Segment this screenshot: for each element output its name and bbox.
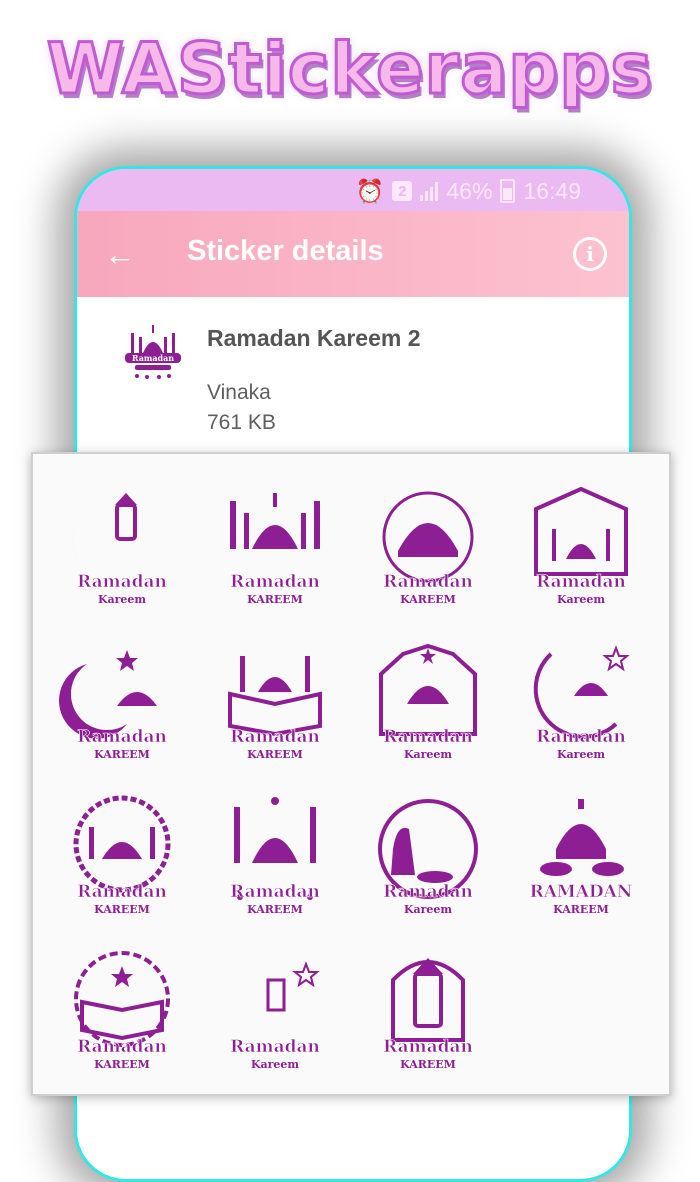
ramadan-sticker-icon: RAMADANKAREEM xyxy=(529,798,632,916)
sticker-label-bottom: Kareem xyxy=(250,1058,298,1071)
pack-info: Ramadan Ramadan Kareem 2 Vinaka 761 KB xyxy=(77,297,629,477)
ramadan-sticker-icon: RamadanKareem xyxy=(229,960,320,1071)
sticker-label-bottom: Kareem xyxy=(403,748,451,761)
sticker-label-bottom: KAREEM xyxy=(247,748,303,761)
status-bar: ⏰ 2 46% 16:49 xyxy=(77,169,629,211)
sticker-label-bottom: KAREEM xyxy=(247,593,303,606)
sticker-item[interactable]: RAMADAN KAREEM xyxy=(504,776,657,931)
sticker-label-top: Ramadan xyxy=(383,572,473,592)
sticker-item[interactable]: Ramadan KAREEM xyxy=(45,621,198,776)
toolbar: ← Sticker details i xyxy=(77,211,629,297)
ramadan-sticker-icon: RamadanKAREEM xyxy=(382,491,473,606)
status-indicators: ⏰ 2 46% 16:49 xyxy=(356,177,581,205)
sticker-label-top: Ramadan xyxy=(230,572,320,592)
sticker-label-top: RAMADAN xyxy=(529,882,632,902)
sticker-item[interactable]: Ramadan KAREEM xyxy=(198,466,351,621)
svg-text:Ramadan: Ramadan xyxy=(132,353,174,363)
ramadan-sticker-icon: RamadanKAREEM xyxy=(229,796,320,916)
sticker-item[interactable]: Ramadan KAREEM xyxy=(45,931,198,1086)
sticker-label-top: Ramadan xyxy=(230,1037,320,1057)
sticker-label-bottom: KAREEM xyxy=(553,903,609,916)
sticker-item[interactable]: Ramadan KAREEM xyxy=(351,466,504,621)
sticker-label-bottom: Kareem xyxy=(403,903,451,916)
sticker-grid-panel: Ramadan Kareem Ramadan KAREEM Ramadan KAREEM R… xyxy=(31,452,671,1096)
ramadan-sticker-icon: RamadanKAREEM xyxy=(229,492,320,606)
sticker-label-top: Ramadan xyxy=(77,882,167,902)
sticker-label-bottom: KAREEM xyxy=(94,1058,150,1071)
sticker-label-bottom: KAREEM xyxy=(247,903,303,916)
back-arrow-icon[interactable]: ← xyxy=(103,237,137,271)
sticker-label-bottom: Kareem xyxy=(556,748,604,761)
sticker-label-top: Ramadan xyxy=(77,572,167,592)
sticker-item[interactable]: Ramadan Kareem xyxy=(504,466,657,621)
sticker-label-top: Ramadan xyxy=(230,882,320,902)
sticker-label-top: Ramadan xyxy=(230,727,320,747)
ramadan-sticker-icon: RamadanKareem xyxy=(72,492,167,606)
sticker-label-bottom: KAREEM xyxy=(94,903,150,916)
sticker-item[interactable]: Ramadan Kareem xyxy=(45,466,198,621)
sticker-item[interactable]: Ramadan KAREEM xyxy=(45,776,198,931)
clock: 16:49 xyxy=(523,177,581,204)
app-banner-title: WAStickerapps xyxy=(45,27,654,112)
sim-badge: 2 xyxy=(392,181,413,201)
ramadan-sticker-icon: RamadanKareem xyxy=(378,643,477,761)
ramadan-sticker-icon: RamadanKAREEM xyxy=(73,795,170,916)
sticker-label-top: Ramadan xyxy=(77,1037,167,1057)
sticker-label-bottom: KAREEM xyxy=(400,593,456,606)
sticker-label-bottom: Kareem xyxy=(97,593,145,606)
page-title: Sticker details xyxy=(187,235,384,267)
sticker-item[interactable]: Ramadan KAREEM xyxy=(351,931,504,1086)
sticker-grid: Ramadan Kareem Ramadan KAREEM Ramadan KAREEM R… xyxy=(45,466,657,1086)
sticker-item[interactable]: Ramadan KAREEM xyxy=(198,621,351,776)
pack-name: Ramadan Kareem 2 xyxy=(207,325,421,351)
ramadan-sticker-icon: RamadanKareem xyxy=(533,644,630,761)
sticker-label-top: Ramadan xyxy=(383,727,473,747)
battery-icon xyxy=(500,179,516,203)
sticker-label-top: Ramadan xyxy=(77,727,167,747)
sticker-item[interactable]: Ramadan Kareem xyxy=(198,931,351,1086)
sticker-item[interactable]: Ramadan Kareem xyxy=(504,621,657,776)
sticker-label-top: Ramadan xyxy=(536,572,626,592)
ramadan-sticker-icon: RamadanKareem xyxy=(533,486,628,606)
sticker-item[interactable]: Ramadan Kareem xyxy=(351,776,504,931)
sticker-label-top: Ramadan xyxy=(383,882,473,902)
alarm-icon: ⏰ xyxy=(355,177,385,204)
sticker-label-bottom: KAREEM xyxy=(94,748,150,761)
sticker-label-bottom: Kareem xyxy=(556,593,604,606)
pack-size: 761 KB xyxy=(207,411,276,434)
sticker-label-top: Ramadan xyxy=(383,1037,473,1057)
ramadan-sticker-icon: RamadanKAREEM xyxy=(73,950,170,1071)
pack-publisher: Vinaka xyxy=(207,381,271,404)
sticker-item[interactable]: Ramadan Kareem xyxy=(351,621,504,776)
pack-tray-icon: Ramadan xyxy=(125,325,181,379)
ramadan-sticker-icon: RamadanKAREEM xyxy=(227,655,322,761)
info-icon[interactable]: i xyxy=(573,237,607,271)
sticker-label-top: Ramadan xyxy=(536,727,626,747)
signal-icon xyxy=(420,181,439,201)
ramadan-sticker-icon: RamadanKAREEM xyxy=(382,957,473,1071)
battery-percent: 46% xyxy=(446,177,493,204)
sticker-label-bottom: KAREEM xyxy=(400,1058,456,1071)
ramadan-sticker-icon: RamadanKAREEM xyxy=(58,649,167,761)
ramadan-sticker-icon: RamadanKareem xyxy=(377,798,478,916)
sticker-item[interactable]: Ramadan KAREEM xyxy=(198,776,351,931)
